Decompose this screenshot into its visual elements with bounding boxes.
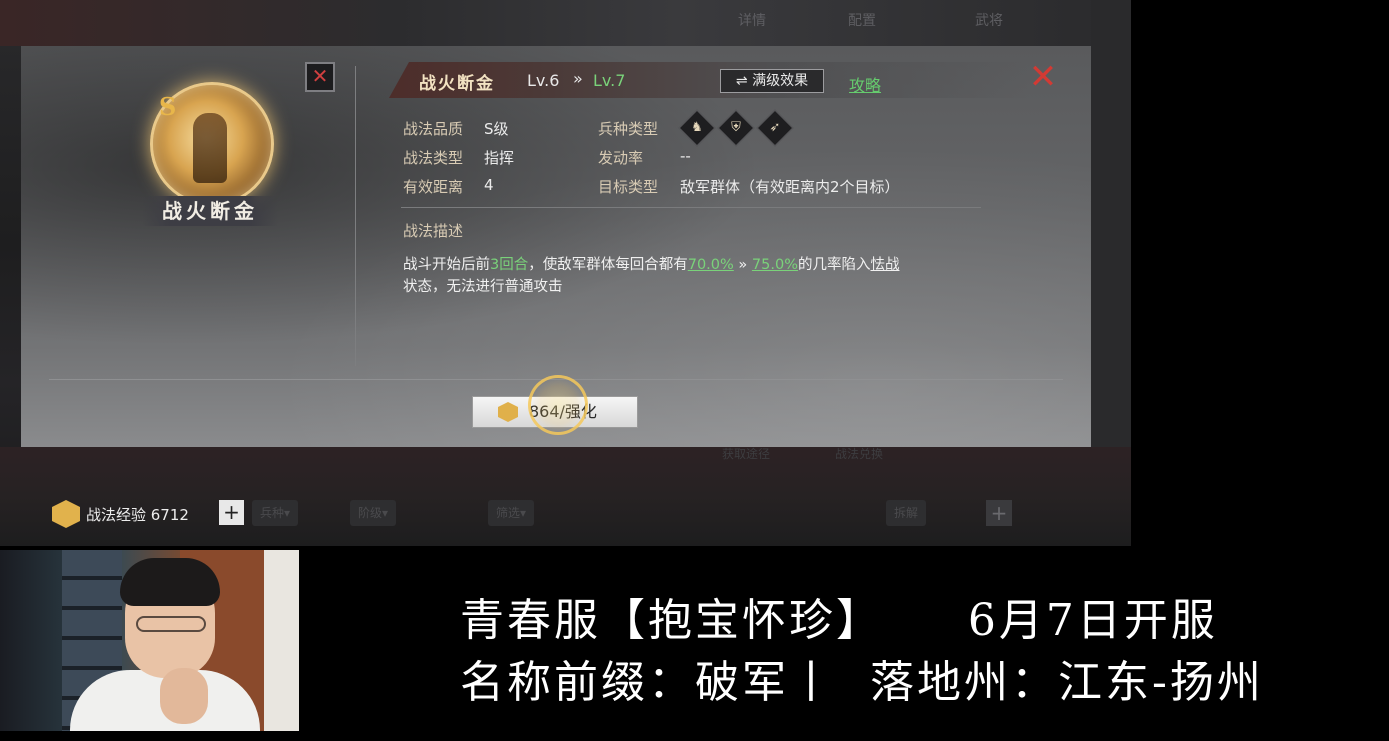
announcement-line-2: 名称前缀：破军丨 落地州：江东-扬州 — [460, 657, 1264, 708]
filter-troop-dropdown[interactable]: 兵种▾ — [252, 500, 299, 526]
webcam-overlay — [0, 550, 299, 731]
faded-plus-button[interactable]: + — [986, 500, 1012, 526]
vertical-divider — [355, 66, 356, 366]
rounds-highlight: 3回合 — [490, 257, 529, 273]
level-current: Lv.6 — [527, 71, 560, 90]
portrait-name-plate: 战火断金 — [142, 196, 278, 226]
quality-label: 战法品质 — [403, 120, 464, 138]
close-icon[interactable]: ✕ — [1026, 60, 1060, 94]
target-type-label: 目标类型 — [598, 178, 659, 196]
range-value: 4 — [484, 176, 494, 194]
type-label: 战法类型 — [403, 149, 464, 167]
section-divider — [401, 207, 981, 208]
max-level-effect-button[interactable]: ⇌ 满级效果 — [720, 69, 824, 93]
range-label: 有效距离 — [403, 178, 464, 196]
close-small-button[interactable]: ✕ — [305, 62, 335, 92]
faded-acquire-label: 获取途径 — [722, 447, 771, 461]
trigger-rate-label: 发动率 — [598, 149, 644, 167]
skill-title: 战火断金 — [419, 74, 495, 94]
description-text: 战斗开始后前3回合，使敌军群体每回合都有70.0% » 75.0%的几率陷入怯战… — [403, 257, 900, 295]
top-tab-details[interactable]: 详情 — [738, 10, 766, 30]
cavalry-icon: ♞ — [678, 109, 716, 147]
grade-s-badge: S — [159, 92, 177, 121]
bottom-toolbar — [0, 447, 1131, 546]
filter-rank-dropdown[interactable]: 阶级▾ — [350, 500, 397, 526]
announcement-line-1: 青春服【抱宝怀珍】 6月7日开服 — [460, 595, 1218, 646]
top-tab-general[interactable]: 武将 — [975, 10, 1003, 30]
type-value: 指挥 — [484, 149, 515, 167]
disassemble-button[interactable]: 拆解 — [886, 500, 927, 526]
bow-icon: ➶ — [756, 109, 794, 147]
rate-next-link[interactable]: 75.0% — [752, 257, 798, 273]
tap-highlight-ring — [528, 375, 588, 435]
status-link[interactable]: 怯战 — [870, 257, 899, 273]
quality-value: S级 — [484, 120, 509, 138]
shield-icon: ⛨ — [717, 109, 755, 147]
level-next: Lv.7 — [593, 71, 626, 90]
skill-detail-panel: S 战火断金 ✕ 战火断金 Lv.6 » Lv.7 ⇌ 满级效果 攻略 ✕ 战法… — [21, 46, 1091, 447]
webcam-person-hair — [120, 558, 220, 606]
filter-dropdown[interactable]: 筛选▾ — [488, 500, 535, 526]
troop-type-label: 兵种类型 — [598, 120, 659, 138]
webcam-hand — [160, 668, 208, 724]
webcam-glasses — [136, 616, 206, 632]
target-type-value: 敌军群体（有效距离内2个目标） — [680, 178, 900, 196]
guide-link[interactable]: 攻略 — [849, 72, 881, 96]
level-arrow-icon: » — [573, 69, 583, 88]
add-exp-button[interactable]: + — [219, 500, 244, 525]
trigger-rate-value: -- — [680, 147, 691, 165]
faded-exchange-label: 战法兑换 — [835, 447, 884, 461]
webcam-wall — [264, 550, 299, 731]
general-figure — [193, 113, 227, 183]
skill-exp-label: 战法经验 6712 — [86, 506, 189, 524]
top-tab-config[interactable]: 配置 — [848, 10, 876, 30]
rate-current-link[interactable]: 70.0% — [688, 257, 734, 273]
description-title: 战法描述 — [403, 222, 464, 240]
top-tab-strip: 详情 配置 武将 — [0, 0, 1131, 46]
